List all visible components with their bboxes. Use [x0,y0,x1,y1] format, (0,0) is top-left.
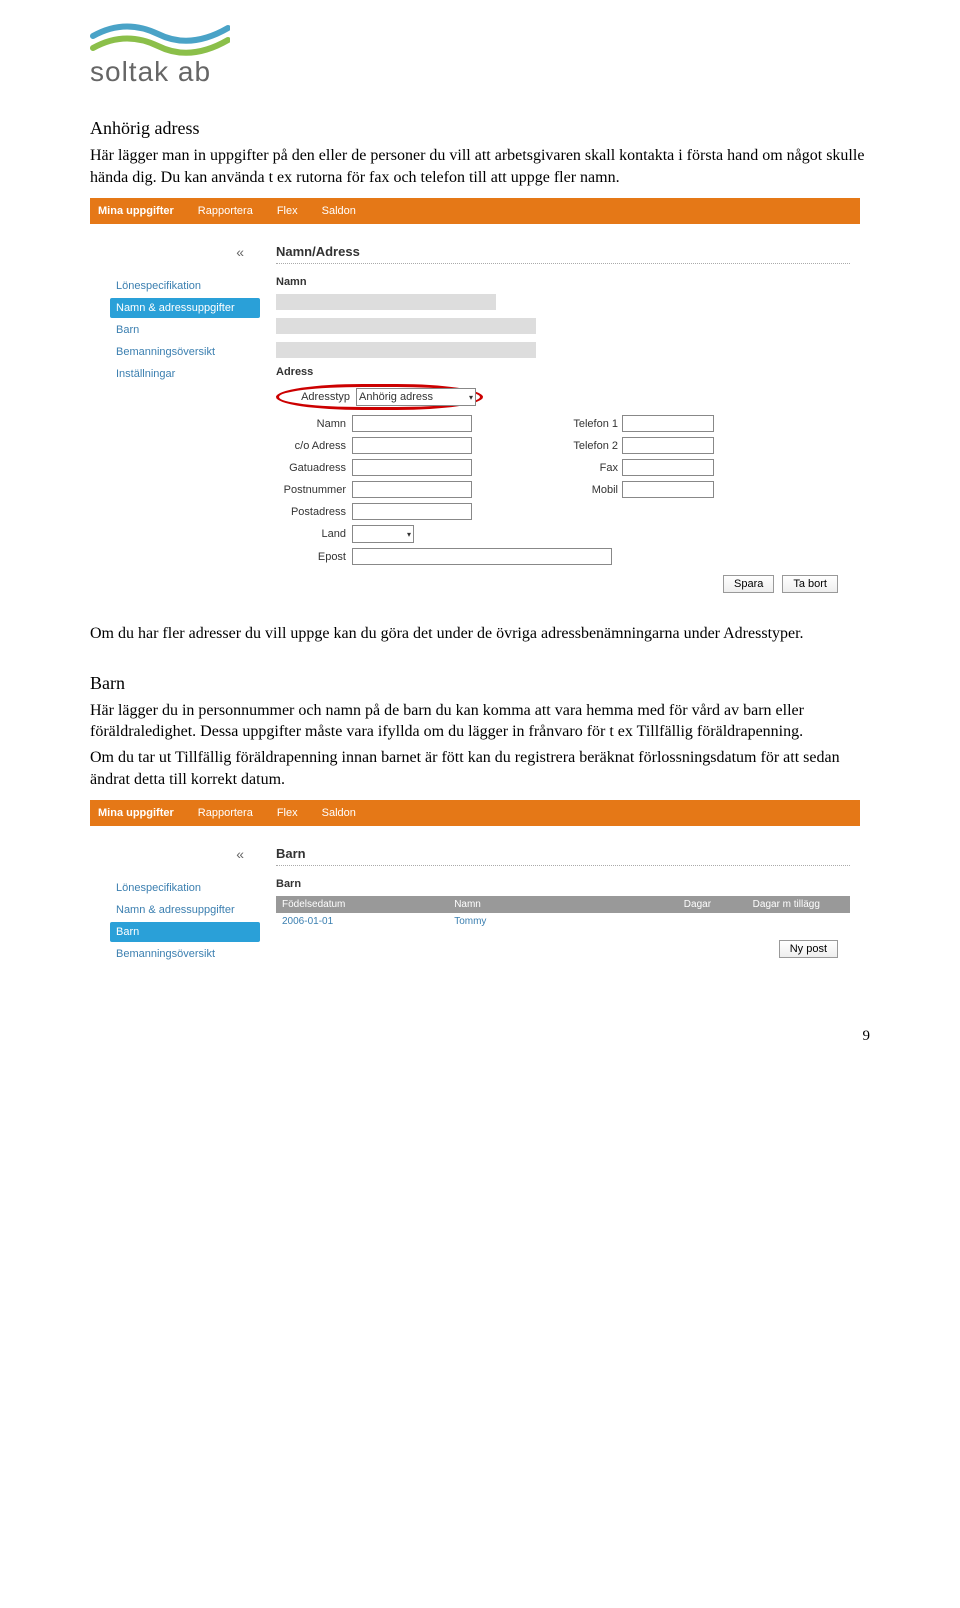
section-barn-text2: Om du tar ut Tillfällig föräldrapenning … [90,747,870,790]
select-adresstyp-value: Anhörig adress [359,391,433,403]
namn-field-1 [276,294,496,310]
sidebar-item-lonespecifikation[interactable]: Lönespecifikation [110,276,260,296]
input-telefon1[interactable] [622,415,714,432]
namn-field-3 [276,342,536,358]
input-co-adress[interactable] [352,437,472,454]
sidebar-item-bemanningsoversikt[interactable]: Bemanningsöversikt [110,342,260,362]
sidebar-collapse-icon[interactable]: « [110,846,260,862]
menu-mina-uppgifter[interactable]: Mina uppgifter [98,205,174,217]
lbl-co-adress: c/o Adress [276,440,352,452]
input-fax[interactable] [622,459,714,476]
sub-title-namn: Namn [276,276,850,288]
delete-button[interactable]: Ta bort [782,575,838,593]
menu-flex[interactable]: Flex [277,205,298,217]
cell-dagar-m-tillagg [747,913,850,930]
select-land[interactable]: ▾ [352,525,414,543]
menu-saldon[interactable]: Saldon [322,205,356,217]
input-namn[interactable] [352,415,472,432]
sidebar-collapse-icon[interactable]: « [110,244,260,260]
screenshot-barn: Mina uppgifter Rapportera Flex Saldon « … [90,800,860,968]
sidebar-item-bemanningsoversikt[interactable]: Bemanningsöversikt [110,944,260,964]
cell-fodelsedatum: 2006-01-01 [276,913,448,930]
lbl-postnummer: Postnummer [276,484,352,496]
content-namn-adress: Namn/Adress Namn Adress Adresstyp Anhöri… [270,232,860,603]
lbl-telefon2: Telefon 2 [562,440,622,452]
logo-text: soltak ab [90,56,870,88]
input-mobil[interactable] [622,481,714,498]
input-telefon2[interactable] [622,437,714,454]
section-barn-title: Barn [90,673,870,694]
cell-namn: Tommy [448,913,678,930]
th-namn: Namn [448,896,678,913]
input-gatuadress[interactable] [352,459,472,476]
menu-flex[interactable]: Flex [277,807,298,819]
divider [276,263,850,264]
th-dagar-m-tillagg: Dagar m tillägg [747,896,850,913]
menu-saldon[interactable]: Saldon [322,807,356,819]
save-button[interactable]: Spara [723,575,774,593]
logo-wave-icon [90,20,230,60]
input-epost[interactable] [352,548,612,565]
content-title: Namn/Adress [276,244,850,259]
lbl-mobil: Mobil [562,484,622,496]
lbl-namn: Namn [276,418,352,430]
input-postnummer[interactable] [352,481,472,498]
lbl-postadress: Postadress [276,506,352,518]
between-text: Om du har fler adresser du vill uppge ka… [90,623,870,645]
lbl-telefon1: Telefon 1 [562,418,622,430]
logo: soltak ab [90,20,870,88]
sidebar-item-installningar[interactable]: Inställningar [110,364,260,384]
th-dagar: Dagar [678,896,747,913]
chevron-down-icon: ▾ [407,530,411,539]
sub-title-barn: Barn [276,878,850,890]
lbl-gatuadress: Gatuadress [276,462,352,474]
select-adresstyp[interactable]: Anhörig adress ▾ [356,388,476,406]
input-postadress[interactable] [352,503,472,520]
sidebar: « Lönespecifikation Namn & adressuppgift… [90,232,270,603]
menubar: Mina uppgifter Rapportera Flex Saldon [90,198,860,224]
namn-field-2 [276,318,536,334]
sidebar-item-barn[interactable]: Barn [110,922,260,942]
lbl-fax: Fax [562,462,622,474]
sidebar: « Lönespecifikation Namn & adressuppgift… [90,834,270,968]
menu-mina-uppgifter[interactable]: Mina uppgifter [98,807,174,819]
content-title-barn: Barn [276,846,850,861]
menu-rapportera[interactable]: Rapportera [198,807,253,819]
barn-table: Födelsedatum Namn Dagar Dagar m tillägg … [276,896,850,930]
screenshot-namn-adress: Mina uppgifter Rapportera Flex Saldon « … [90,198,860,603]
menu-rapportera[interactable]: Rapportera [198,205,253,217]
lbl-epost: Epost [276,551,352,563]
page-number: 9 [90,1028,870,1045]
section-barn-text1: Här lägger du in personnummer och namn p… [90,700,870,743]
section-anhorig-text: Här lägger man in uppgifter på den eller… [90,145,870,188]
lbl-land: Land [276,528,352,540]
sidebar-item-barn[interactable]: Barn [110,320,260,340]
sub-title-adress: Adress [276,366,850,378]
lbl-adresstyp: Adresstyp [280,391,356,403]
content-barn: Barn Barn Födelsedatum Namn Dagar Dagar … [270,834,860,968]
sidebar-item-namn-adressuppgifter[interactable]: Namn & adressuppgifter [110,298,260,318]
chevron-down-icon: ▾ [469,393,473,402]
cell-dagar [678,913,747,930]
new-post-button[interactable]: Ny post [779,940,838,958]
menubar: Mina uppgifter Rapportera Flex Saldon [90,800,860,826]
th-fodelsedatum: Födelsedatum [276,896,448,913]
divider [276,865,850,866]
section-anhorig-title: Anhörig adress [90,118,870,139]
sidebar-item-namn-adressuppgifter[interactable]: Namn & adressuppgifter [110,900,260,920]
adresstyp-highlight: Adresstyp Anhörig adress ▾ [276,384,483,410]
sidebar-item-lonespecifikation[interactable]: Lönespecifikation [110,878,260,898]
table-row[interactable]: 2006-01-01 Tommy [276,913,850,930]
